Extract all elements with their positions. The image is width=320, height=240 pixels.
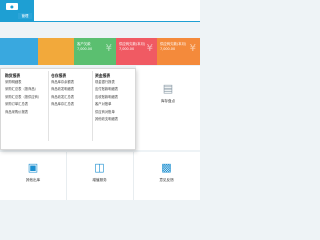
tile-label: 库存盘点 (160, 99, 176, 103)
menu-item[interactable]: 应付账款明细表 (95, 86, 135, 93)
monitor-icon: ▩ (161, 161, 172, 174)
menu-column-divider (48, 71, 49, 141)
money-icon: ¥ (146, 43, 153, 54)
menu-item[interactable]: 采购汇总表（按供应商） (5, 94, 45, 101)
menu-column-title: 购货报表 (5, 73, 21, 78)
stat-card-supplier-debt-2[interactable]: 供应商欠款(本月) 7,000.00 ¥ (157, 38, 200, 65)
nav-tab-manage[interactable]: 管理 (18, 13, 32, 19)
tile-label: 意见反馈 (159, 178, 174, 182)
tile-label: 增值服务 (92, 178, 107, 182)
chart-icon: ▤ (162, 82, 174, 95)
top-divider (0, 21, 200, 22)
menu-item[interactable]: 采购汇总表（按商品） (5, 86, 45, 93)
box-icon: ▣ (27, 161, 39, 174)
menu-item[interactable]: 商品库存汇总表 (51, 101, 89, 108)
logo-badge: ● (6, 3, 18, 10)
tile-other-out[interactable]: ▣ 其他出库 (0, 152, 66, 200)
money-icon: ¥ (105, 43, 112, 54)
stat-card-customer-debt[interactable]: 客户欠款 7,000.00 ¥ (74, 38, 116, 65)
stat-card-1[interactable] (0, 38, 38, 65)
menu-column-title: 仓存报表 (51, 73, 67, 78)
tile-label: 其他出库 (25, 178, 41, 182)
menu-column-funds: 资金报表 现金银行报表 应付账款明细表 应收账款明细表 客户对账单 供应商对账单… (95, 72, 135, 123)
menu-item[interactable]: 应收账款明细表 (95, 94, 135, 101)
menu-column-purchase: 购货报表 采购明细表 采购汇总表（按商品） 采购汇总表（按供应商） 采购订单汇总… (5, 72, 45, 116)
menu-item[interactable]: 现金银行报表 (95, 79, 135, 86)
tile-feedback[interactable]: ▩ 意见反馈 (133, 152, 200, 200)
menu-column-inventory: 仓存报表 商品库存余额表 商品收发明细表 商品收发汇总表 商品库存汇总表 (51, 72, 89, 109)
stat-card-supplier-debt[interactable]: 供应商欠款(本月) 7,000.00 ¥ (116, 38, 157, 65)
menu-item[interactable]: 供应商对账单 (95, 109, 135, 116)
money-icon: ¥ (189, 43, 196, 54)
menu-item[interactable]: 商品采购价报表 (5, 109, 45, 116)
stat-card-2[interactable] (38, 38, 74, 65)
menu-item[interactable]: 采购订单汇总表 (5, 101, 45, 108)
menu-column-title: 资金报表 (95, 73, 111, 78)
menu-item[interactable]: 采购明细表 (5, 79, 45, 86)
tile-stock-check[interactable]: ▤ 库存盘点 (136, 66, 200, 150)
menu-item[interactable]: 客户对账单 (95, 101, 135, 108)
menu-item[interactable]: 商品收发明细表 (51, 86, 89, 93)
tile-value-added[interactable]: ◫ 增值服务 (66, 152, 133, 200)
menu-item[interactable]: 商品收发汇总表 (51, 94, 89, 101)
menu-item[interactable]: 其他收支明细表 (95, 116, 135, 123)
menu-item[interactable]: 商品库存余额表 (51, 79, 89, 86)
menu-column-divider (92, 71, 93, 141)
reports-dropdown-menu: 购货报表 采购明细表 采购汇总表（按商品） 采购汇总表（按供应商） 采购订单汇总… (0, 68, 136, 150)
gift-icon: ◫ (94, 161, 105, 174)
